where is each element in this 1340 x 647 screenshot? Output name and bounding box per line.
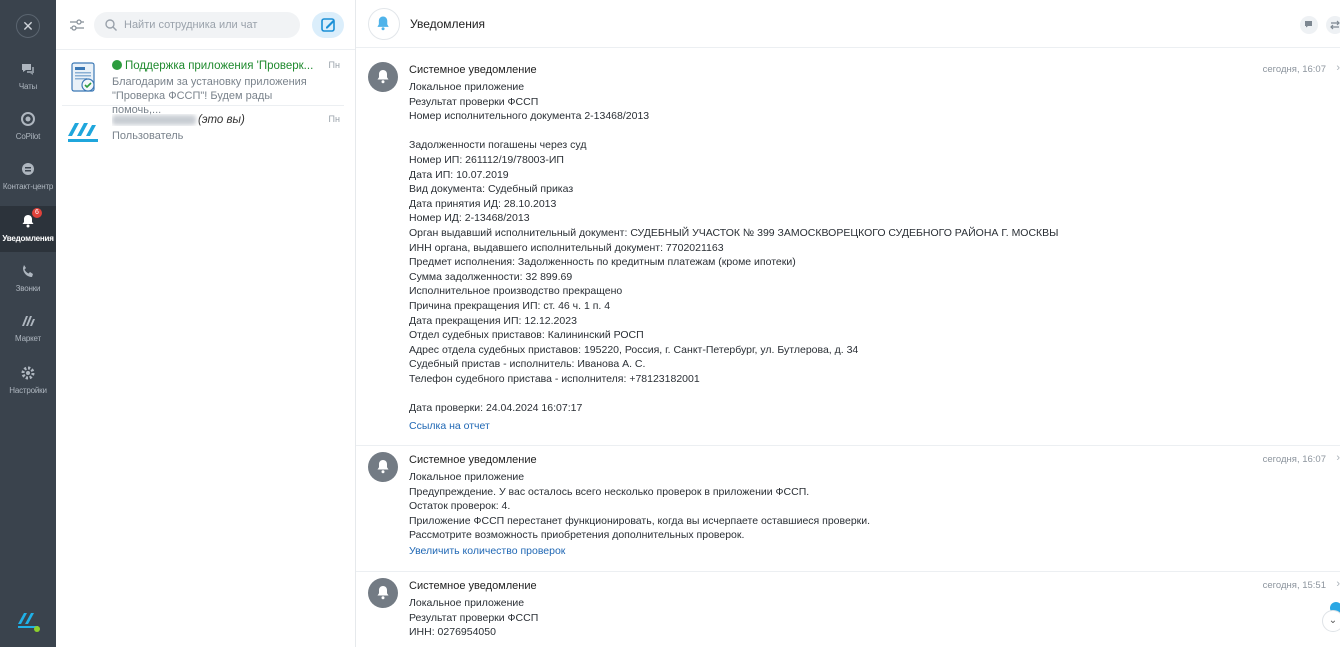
nav-item-contact-center[interactable]: Контакт-центр <box>0 154 56 200</box>
nav-item-chats[interactable]: Чаты <box>0 54 56 100</box>
message-time: сегодня, 15:51 <box>1262 580 1326 591</box>
nav-item-label: Звонки <box>15 284 41 293</box>
scroll-down-button[interactable]: ⌄ <box>1322 610 1340 632</box>
nav-item-label: CoPilot <box>15 132 41 141</box>
bell-icon <box>377 70 389 84</box>
chat-date: Пн <box>328 114 340 124</box>
market-icon <box>22 316 35 326</box>
nav-item-copilot[interactable]: CoPilot <box>0 104 56 150</box>
chat-name: (это вы) <box>112 114 318 126</box>
notification-message: Системное уведомление сегодня, 16:07 › Л… <box>356 48 1340 446</box>
nav-item-label: Уведомления <box>2 234 54 243</box>
chat-list-header <box>56 0 355 50</box>
report-link[interactable]: Ссылка на отчет <box>409 419 490 434</box>
chat-name-suffix: (это вы) <box>198 114 245 126</box>
bell-icon <box>377 586 389 600</box>
swap-icon <box>1330 20 1340 30</box>
nav-item-label: Настройки <box>9 386 47 395</box>
filter-icon[interactable] <box>68 16 86 34</box>
chat-preview: Пользователь <box>112 130 184 142</box>
chat-name-text: Поддержка приложения 'Проверк... <box>125 60 314 72</box>
notifications-header: Уведомления <box>356 0 1340 48</box>
gear-icon <box>21 366 35 380</box>
chevron-right-icon[interactable]: › <box>1336 452 1340 464</box>
message-sender: Системное уведомление <box>409 454 537 466</box>
nav-item-label: Чаты <box>18 82 38 91</box>
more-button[interactable] <box>1326 16 1340 34</box>
chat-item-support[interactable]: Поддержка приложения 'Проверк... Пн Благ… <box>56 52 356 116</box>
chevron-down-icon: ⌄ <box>1328 615 1338 626</box>
online-status-dot <box>34 626 40 632</box>
nav-item-calls[interactable]: Звонки <box>0 256 56 302</box>
contact-center-icon <box>22 163 34 175</box>
nav-item-settings[interactable]: Настройки <box>0 358 56 404</box>
message-body: Локальное приложение Результат проверки … <box>409 597 539 639</box>
company-logo-icon <box>68 123 98 142</box>
compose-button[interactable] <box>312 12 344 38</box>
search-input[interactable] <box>124 12 294 38</box>
chat-item-self[interactable]: (это вы) Пн Пользователь <box>56 106 356 160</box>
app-status-icon <box>112 60 122 70</box>
bell-icon <box>377 16 389 31</box>
message-time: сегодня, 16:07 <box>1262 454 1326 465</box>
system-avatar <box>368 452 398 482</box>
notification-message: Системное уведомление сегодня, 16:07 › Л… <box>356 438 1340 572</box>
notification-message: Системное уведомление сегодня, 15:51 › Л… <box>356 564 1340 647</box>
notifications-panel: Уведомления Системное уведомление сегодн… <box>356 0 1340 647</box>
notification-count-badge: 6 <box>32 208 42 218</box>
phone-icon <box>23 265 33 277</box>
search-icon <box>105 19 117 31</box>
chat-info-button[interactable] <box>1300 16 1318 34</box>
system-avatar <box>368 62 398 92</box>
nav-item-label: Контакт-центр <box>2 182 54 191</box>
nav-item-label: Маркет <box>15 334 41 343</box>
edit-icon <box>321 18 335 32</box>
app-avatar-icon <box>71 62 95 92</box>
system-avatar <box>368 578 398 608</box>
bell-icon <box>377 460 389 474</box>
message-time: сегодня, 16:07 <box>1262 64 1326 75</box>
copilot-icon <box>21 112 35 126</box>
chevron-right-icon[interactable]: › <box>1336 578 1340 590</box>
chat-list-panel: Поддержка приложения 'Проверк... Пн Благ… <box>56 0 356 647</box>
comments-icon <box>1305 21 1312 28</box>
close-button[interactable]: ✕ <box>16 14 40 38</box>
increase-checks-link[interactable]: Увеличить количество проверок <box>409 544 565 559</box>
chat-name: Поддержка приложения 'Проверк... <box>112 60 318 72</box>
message-body: Локальное приложение Предупреждение. У в… <box>409 471 871 542</box>
message-sender: Системное уведомление <box>409 580 537 592</box>
chevron-right-icon[interactable]: › <box>1336 62 1340 74</box>
blurred-username <box>112 114 196 125</box>
header-avatar <box>368 8 400 40</box>
messenger-app: ✕ Чаты CoPilot Контакт-центр 6 Уведомлен… <box>0 0 1340 647</box>
message-body: Локальное приложение Результат проверки … <box>409 81 1059 415</box>
nav-item-notifications[interactable]: 6 Уведомления <box>0 206 56 252</box>
nav-item-market[interactable]: Маркет <box>0 306 56 352</box>
page-title: Уведомления <box>410 17 486 31</box>
left-nav: ✕ Чаты CoPilot Контакт-центр 6 Уведомлен… <box>0 0 56 647</box>
message-sender: Системное уведомление <box>409 64 537 76</box>
chat-icon <box>22 64 34 75</box>
search-box <box>94 12 300 38</box>
chat-date: Пн <box>328 60 340 70</box>
